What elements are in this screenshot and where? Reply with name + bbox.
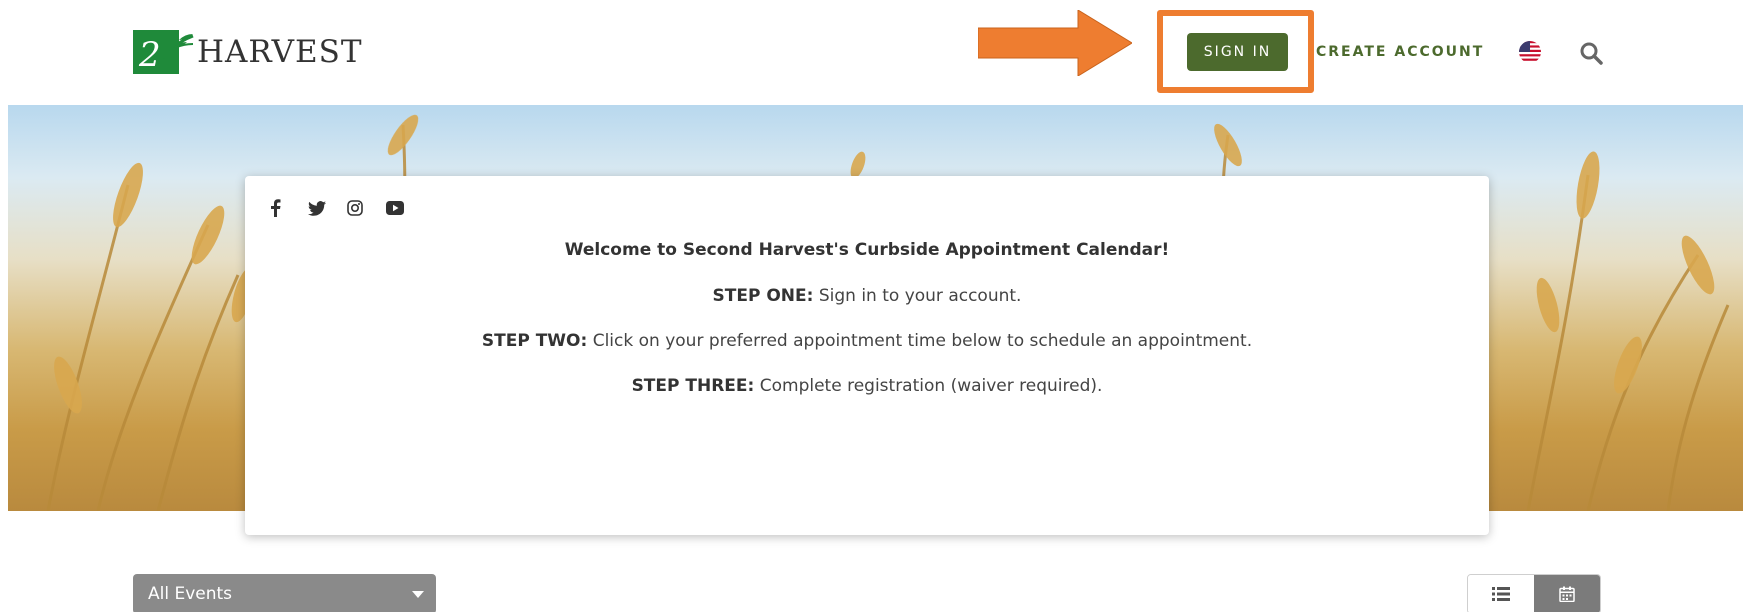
create-account-link[interactable]: CREATE ACCOUNT	[1316, 42, 1484, 62]
step-two-text: STEP TWO: Click on your preferred appoin…	[245, 331, 1489, 351]
welcome-heading: Welcome to Second Harvest's Curbside App…	[564, 240, 1170, 260]
sign-in-button[interactable]: SIGN IN	[1187, 33, 1288, 71]
logo-text: HARVEST	[197, 34, 363, 70]
facebook-icon[interactable]	[269, 198, 308, 218]
event-filter-value: All Events	[148, 584, 233, 604]
site-header: 2 HARVEST SIGN IN CREATE ACCOUNT	[0, 0, 1743, 105]
annotation-arrow-icon	[978, 10, 1132, 76]
event-filter-select[interactable]: All Events	[133, 574, 436, 612]
step-one-body: Sign in to your account.	[813, 286, 1022, 306]
step-three-body: Complete registration (waiver required).	[754, 376, 1103, 396]
step-two-label: STEP TWO:	[481, 331, 588, 351]
welcome-card: Welcome to Second Harvest's Curbside App…	[245, 176, 1489, 535]
step-three-label: STEP THREE:	[631, 376, 755, 396]
logo-mark-icon: 2	[133, 28, 195, 76]
twitter-icon[interactable]	[308, 198, 347, 218]
youtube-icon[interactable]	[386, 198, 425, 218]
us-flag-icon[interactable]	[1518, 40, 1542, 64]
step-two-body: Click on your preferred appointment time…	[587, 331, 1253, 351]
svg-text:2: 2	[138, 35, 161, 75]
logo[interactable]: 2 HARVEST	[133, 28, 363, 76]
instagram-icon[interactable]	[347, 198, 386, 218]
step-three-text: STEP THREE: Complete registration (waive…	[245, 376, 1489, 396]
caret-down-icon	[412, 591, 424, 598]
calendar-view-icon[interactable]	[1533, 575, 1600, 612]
view-toggle	[1467, 574, 1601, 612]
step-one-label: STEP ONE:	[712, 286, 814, 306]
search-icon[interactable]	[1579, 41, 1603, 65]
list-view-icon[interactable]	[1468, 575, 1534, 612]
step-one-text: STEP ONE: Sign in to your account.	[245, 286, 1489, 306]
social-links	[269, 198, 425, 218]
